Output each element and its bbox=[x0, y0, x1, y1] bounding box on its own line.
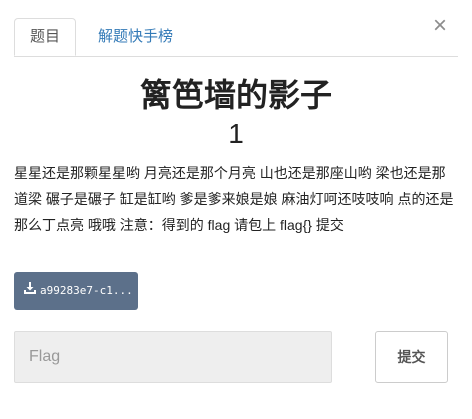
challenge-description: 星星还是那颗星星哟 月亮还是那个月亮 山也还是那座山哟 梁也还是那道梁 碾子是碾… bbox=[14, 165, 454, 233]
tab-solve-leaderboard[interactable]: 解题快手榜 bbox=[82, 18, 189, 56]
tab-challenge[interactable]: 题目 bbox=[14, 18, 77, 56]
download-icon bbox=[24, 272, 36, 310]
challenge-title: 篱笆墙的影子 bbox=[139, 77, 332, 113]
flag-input[interactable] bbox=[14, 331, 332, 383]
challenge-points: 1 bbox=[228, 118, 244, 149]
submit-button[interactable]: 提交 bbox=[375, 331, 448, 383]
tab-bar: 题目 解题快手榜 bbox=[14, 18, 458, 57]
attachment-download-button[interactable]: a99283e7-c1... bbox=[14, 272, 138, 310]
attachment-filename: a99283e7-c1... bbox=[40, 284, 133, 297]
